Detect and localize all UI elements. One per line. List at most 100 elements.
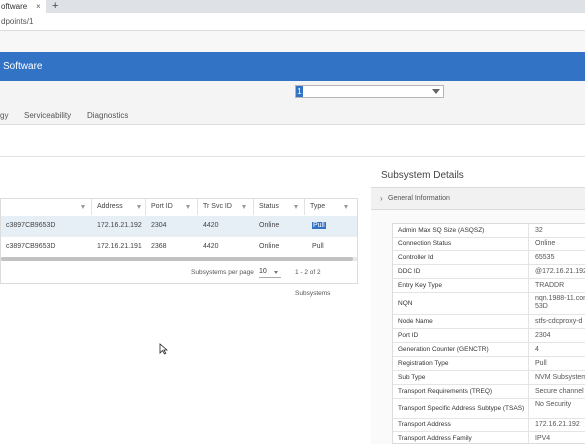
cell-address: 172.16.21.191 xyxy=(97,243,142,250)
column-header-tr-svc-id[interactable]: Tr Svc ID xyxy=(198,199,254,215)
chevron-right-icon[interactable]: › xyxy=(380,188,383,209)
filter-icon[interactable] xyxy=(294,205,298,209)
property-key: Port ID xyxy=(393,329,529,342)
property-key: Entry Key Type xyxy=(393,279,529,292)
property-key: Connection Status xyxy=(393,238,529,250)
property-value: 4 xyxy=(535,345,539,353)
subsystems-table: Address Port ID Tr Svc ID Status Type c3… xyxy=(0,198,358,297)
pagination-range: 1 - 2 of 2 Subsystems xyxy=(295,269,331,297)
property-row: Transport Address 172.16.21.192 xyxy=(393,419,585,432)
property-key: Transport Requirements (TREQ) xyxy=(393,385,529,398)
property-key: DDC ID xyxy=(393,265,529,278)
app-header: Software xyxy=(0,52,585,81)
general-information-accordion[interactable]: › General Information xyxy=(371,187,585,210)
cell-tr-svc-id: 4420 xyxy=(203,243,219,250)
property-value: TRADDR xyxy=(535,281,565,289)
cell-type-selected: Pull xyxy=(312,222,326,229)
cell-name: c3897CB9653D xyxy=(6,243,56,250)
chevron-down-icon[interactable] xyxy=(432,89,440,94)
property-row: Generation Counter (GENCTR) 4 xyxy=(393,343,585,357)
property-value: Secure channel xyxy=(535,387,584,395)
property-row: Controller Id 65535 xyxy=(393,251,585,265)
filter-icon[interactable] xyxy=(186,205,190,209)
scrollbar-thumb[interactable] xyxy=(1,257,353,261)
property-key: Registration Type xyxy=(393,357,529,370)
cell-name: c3897CB9653D xyxy=(6,222,56,229)
tab-diagnostics[interactable]: Diagnostics xyxy=(87,108,128,124)
property-value: NVM Subsystem xyxy=(535,373,585,381)
filter-icon[interactable] xyxy=(242,205,246,209)
cell-port-id: 2304 xyxy=(151,222,167,229)
property-row: DDC ID @172.16.21.192:V xyxy=(393,265,585,279)
property-value: stfs-cdcproxy-d xyxy=(535,317,583,325)
property-value: 65535 xyxy=(535,253,555,261)
column-header-name[interactable] xyxy=(1,199,92,215)
property-key: Generation Counter (GENCTR) xyxy=(393,343,529,356)
property-row: NQN nqn.1988-11.com 53D xyxy=(393,293,585,315)
property-key: Transport Address xyxy=(393,419,529,431)
property-row: Sub Type NVM Subsystem xyxy=(393,371,585,385)
property-value: nqn.1988-11.com 53D xyxy=(535,295,585,310)
app-title: Software xyxy=(3,61,43,72)
column-header-type[interactable]: Type xyxy=(305,199,357,215)
device-selector[interactable]: 1 xyxy=(295,85,444,98)
browser-tab-title: oftware xyxy=(1,2,28,11)
column-header-status[interactable]: Status xyxy=(254,199,305,215)
general-information-label: General Information xyxy=(388,195,450,202)
column-header-address[interactable]: Address xyxy=(92,199,146,215)
property-key: Node Name xyxy=(393,315,529,328)
property-key: Admin Max SQ Size (ASQSZ) xyxy=(393,224,529,237)
table-row[interactable]: c3897CB9653D 172.16.21.191 2368 4420 Onl… xyxy=(1,236,357,256)
horizontal-scrollbar[interactable] xyxy=(1,257,357,261)
property-row: Transport Requirements (TREQ) Secure cha… xyxy=(393,385,585,399)
new-tab-icon[interactable]: + xyxy=(52,0,58,13)
filter-icon[interactable] xyxy=(344,205,348,209)
property-value: 172.16.21.192 xyxy=(535,421,580,428)
chevron-down-icon[interactable] xyxy=(274,271,278,274)
property-value: Online xyxy=(535,240,556,247)
cell-status: Online xyxy=(259,243,280,250)
properties-table: Admin Max SQ Size (ASQSZ) 32 Connection … xyxy=(392,223,585,444)
property-value: @172.16.21.192:V xyxy=(535,267,585,275)
address-bar[interactable]: dpoints/1 xyxy=(0,13,585,31)
browser-tab-strip: oftware × + xyxy=(0,0,585,13)
per-page-label: Subsystems per page xyxy=(191,269,254,276)
column-header-port-id[interactable]: Port ID xyxy=(146,199,198,215)
cell-status: Online xyxy=(259,222,280,229)
device-selector-value: 1 xyxy=(296,86,303,97)
property-value: Pull xyxy=(535,359,547,367)
cell-address: 172.16.21.192 xyxy=(97,222,142,229)
tab-serviceability[interactable]: Serviceability xyxy=(24,108,71,124)
subsystem-details-title: Subsystem Details xyxy=(381,170,464,181)
property-value: No Security xyxy=(535,401,572,408)
cell-type: Pull xyxy=(312,243,324,250)
property-row: Port ID 2304 xyxy=(393,329,585,343)
tab-topology[interactable]: gy xyxy=(0,108,8,124)
property-value: 32 xyxy=(535,226,543,234)
url-text: dpoints/1 xyxy=(1,17,34,26)
property-key: Transport Address Family xyxy=(393,432,529,443)
property-row: Node Name stfs-cdcproxy-d xyxy=(393,315,585,329)
property-key: NQN xyxy=(393,293,529,314)
property-row: Connection Status Online xyxy=(393,238,585,251)
property-key: Transport Specific Address Subtype (TSAS… xyxy=(393,399,529,418)
property-row: Transport Address Family IPV4 xyxy=(393,432,585,443)
mouse-cursor-icon xyxy=(159,343,168,355)
content-toolbar-area xyxy=(0,125,585,157)
filter-icon[interactable] xyxy=(137,205,141,209)
cell-tr-svc-id: 4420 xyxy=(203,222,219,229)
table-row[interactable]: c3897CB9653D 172.16.21.192 2304 4420 Onl… xyxy=(1,216,357,236)
filter-icon[interactable] xyxy=(81,205,85,209)
cell-port-id: 2368 xyxy=(151,243,167,250)
property-row: Transport Specific Address Subtype (TSAS… xyxy=(393,399,585,419)
browser-bookmark-area xyxy=(0,31,585,52)
property-row: Registration Type Pull xyxy=(393,357,585,371)
property-key: Sub Type xyxy=(393,371,529,384)
table-pagination: Subsystems per page 10 1 - 2 of 2 Subsys… xyxy=(1,262,357,297)
property-key: Controller Id xyxy=(393,251,529,264)
close-tab-icon[interactable]: × xyxy=(36,0,41,13)
property-row: Admin Max SQ Size (ASQSZ) 32 xyxy=(393,224,585,238)
property-value: 2304 xyxy=(535,331,551,339)
property-value: IPV4 xyxy=(535,434,551,442)
browser-tab[interactable]: oftware × xyxy=(0,0,46,13)
